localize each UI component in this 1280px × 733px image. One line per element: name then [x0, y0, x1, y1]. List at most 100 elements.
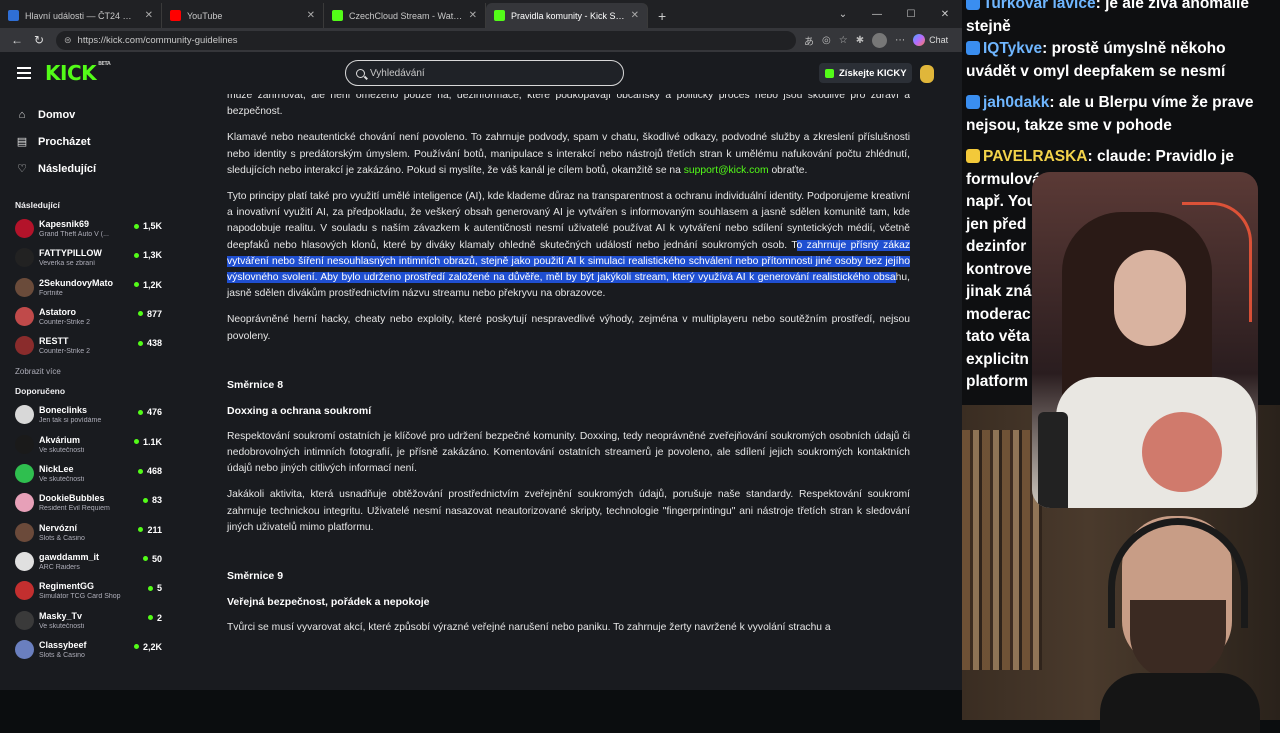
- channel-item[interactable]: gawddamm_it ARC Raiders 50: [0, 547, 170, 576]
- channel-item[interactable]: Akvárium Ve skutečnosti 1.1K: [0, 430, 170, 459]
- channel-item[interactable]: DookieBubbles Resident Evil Requiem 83: [0, 488, 170, 517]
- channel-category: Jen tak si povídáme: [39, 417, 102, 425]
- viewer-count: 1,3K: [134, 250, 162, 260]
- nav-item-2[interactable]: ♡ Následující: [0, 155, 170, 182]
- maximize-button[interactable]: ☐: [894, 9, 928, 20]
- viewer-count: 211: [138, 525, 162, 535]
- chat-text-fragment: dezinfor: [966, 238, 1027, 255]
- close-window-button[interactable]: ✕: [928, 9, 962, 20]
- site-header: KICK BETA Vyhledávání Získejte KICKY: [0, 52, 962, 94]
- close-tab-icon[interactable]: ✕: [307, 10, 315, 21]
- url-text: https://kick.com/community-guidelines: [77, 34, 238, 46]
- channel-category: Ve skutečnosti: [39, 622, 85, 630]
- search-input[interactable]: Vyhledávání: [345, 60, 624, 86]
- nav-item-1[interactable]: ▤ Procházet: [0, 128, 170, 155]
- get-kicks-button[interactable]: Získejte KICKY: [819, 63, 912, 83]
- close-tab-icon[interactable]: ✕: [145, 10, 153, 21]
- close-tab-icon[interactable]: ✕: [631, 10, 639, 21]
- copilot-icon: [913, 34, 926, 46]
- close-tab-icon[interactable]: ✕: [469, 10, 477, 21]
- new-tab-button[interactable]: +: [648, 3, 676, 28]
- extensions-icon[interactable]: ✱: [856, 35, 864, 46]
- nav-item-0[interactable]: ⌂ Domov: [0, 101, 170, 128]
- support-email-link[interactable]: support@kick.com: [684, 165, 769, 176]
- channel-name: Masky_Tv: [39, 610, 83, 621]
- channel-item[interactable]: FATTYPILLOW Veverka se zbraní 1,3K: [0, 243, 170, 272]
- hamburger-menu-icon[interactable]: [17, 64, 31, 82]
- browser-tab[interactable]: YouTube ✕: [162, 3, 324, 28]
- channel-avatar: [15, 248, 34, 268]
- channel-item[interactable]: RegimentGG Simulátor TCG Card Shop 5: [0, 576, 170, 605]
- chat-text-fragment: např. You: [966, 193, 1037, 210]
- tab-bar: Hlavní události — ČT24 — Česká te✕YouTub…: [0, 0, 962, 28]
- browser-window: Hlavní události — ČT24 — Česká te✕YouTub…: [0, 0, 962, 690]
- viewer-count: 1,5K: [134, 221, 162, 231]
- channel-category: Resident Evil Requiem: [39, 505, 110, 513]
- channel-item[interactable]: Masky_Tv Ve skutečnosti 2: [0, 606, 170, 635]
- show-more-link[interactable]: Zobrazit více: [0, 360, 170, 382]
- minimize-button[interactable]: —: [860, 9, 894, 20]
- paragraph: může zahrnovat, ale není omezeno pouze n…: [227, 94, 910, 118]
- channel-avatar: [15, 306, 34, 326]
- viewer-count: 5: [148, 583, 162, 593]
- channel-name: gawddamm_it: [39, 551, 100, 562]
- chat-username: Turkovar lavice: [983, 0, 1096, 12]
- channel-category: ARC Raiders: [39, 563, 80, 571]
- channel-category: Slots & Casino: [39, 651, 85, 659]
- channel-category: Slots & Casino: [39, 534, 85, 542]
- chat-text-fragment: tato věta: [966, 328, 1030, 345]
- user-avatar[interactable]: [920, 65, 934, 83]
- site-info-icon[interactable]: ⊜: [64, 35, 72, 46]
- channel-category: Veverka se zbraní: [39, 260, 96, 268]
- browser-toolbar: ← ↻ ⊜ https://kick.com/community-guideli…: [0, 28, 962, 52]
- more-menu-icon[interactable]: ⋯: [895, 35, 905, 46]
- channel-item[interactable]: NickLee Ve skutečnosti 468: [0, 459, 170, 488]
- channel-avatar: [15, 581, 34, 601]
- viewer-count: 83: [143, 495, 162, 505]
- chat-badge-icon: [966, 0, 980, 10]
- tab-favicon-icon: [170, 10, 181, 21]
- favorite-star-icon[interactable]: ☆: [839, 35, 848, 46]
- channel-item[interactable]: Astatoro Counter-Strike 2 877: [0, 302, 170, 331]
- address-bar[interactable]: ⊜ https://kick.com/community-guidelines: [56, 30, 796, 50]
- browser-tab[interactable]: CzechCloud Stream - Watch Live o ✕: [324, 3, 486, 28]
- search-icon: [356, 68, 365, 78]
- copilot-chat-button[interactable]: Chat: [913, 34, 948, 46]
- chat-text-fragment: explicitn: [966, 350, 1029, 368]
- channel-item[interactable]: RESTT Counter-Strike 2 438: [0, 331, 170, 360]
- viewer-count: 476: [138, 407, 162, 417]
- reload-icon[interactable]: ↻: [28, 33, 50, 47]
- viewer-count: 50: [143, 554, 162, 564]
- chat-text-fragment: jinak zná: [966, 283, 1032, 300]
- channel-name: Kapesnik69: [39, 219, 90, 229]
- channel-avatar: [15, 219, 34, 238]
- channel-name: RegimentGG: [39, 581, 95, 592]
- viewer-count: 877: [138, 309, 162, 319]
- home-icon: ⌂: [18, 108, 26, 121]
- channel-name: FATTYPILLOW: [39, 248, 102, 259]
- channel-item[interactable]: Classybeef Slots & Casino 2,2K: [0, 635, 170, 664]
- channel-item[interactable]: Boneclinks Jen tak si povídáme 476: [0, 400, 170, 429]
- channel-name: NickLee: [39, 464, 74, 475]
- channel-item[interactable]: Kapesnik69 Grand Theft Auto V (... 1,5K: [0, 214, 170, 243]
- browse-icon: ▤: [16, 135, 28, 148]
- reader-icon[interactable]: ◎: [822, 35, 831, 46]
- channel-name: Classybeef: [39, 639, 87, 650]
- channel-avatar: [15, 639, 34, 659]
- channel-item[interactable]: Nervózní Slots & Casino 211: [0, 518, 170, 547]
- browser-tab[interactable]: Hlavní události — ČT24 — Česká te ✕: [0, 3, 162, 28]
- channel-item[interactable]: 2SekundovyMato Fortnite 1,2K: [0, 273, 170, 302]
- viewer-count: 2: [148, 613, 162, 623]
- chat-username: PAVELRASKA: [983, 148, 1088, 165]
- tab-search-icon[interactable]: ⌄: [826, 9, 860, 20]
- chat-username: jah0dakk: [983, 94, 1050, 111]
- tab-favicon-icon: [332, 10, 343, 21]
- tab-title: Pravidla komunity - Kick Streaming: [511, 10, 625, 21]
- profile-avatar[interactable]: [872, 32, 888, 48]
- kick-logo[interactable]: KICK BETA: [45, 61, 111, 85]
- following-title: Následující: [15, 200, 60, 210]
- viewer-count: 468: [138, 466, 162, 476]
- back-arrow-icon[interactable]: ←: [6, 33, 28, 47]
- translate-icon[interactable]: あ: [804, 33, 814, 48]
- browser-tab[interactable]: Pravidla komunity - Kick Streaming ✕: [486, 3, 648, 28]
